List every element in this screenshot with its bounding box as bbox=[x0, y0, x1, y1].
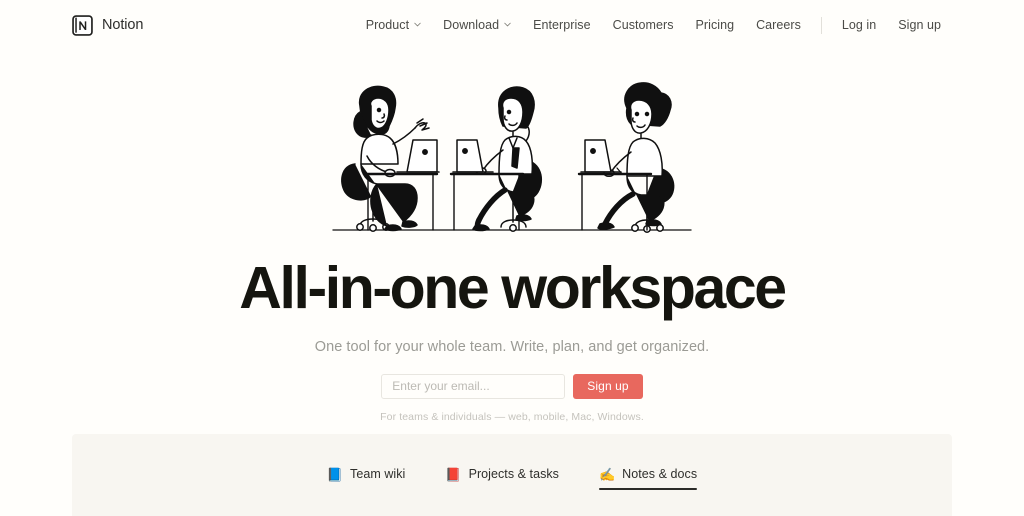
nav-signup-label: Sign up bbox=[898, 18, 941, 32]
nav-item-label: Careers bbox=[756, 18, 801, 32]
nav-item-label: Download bbox=[443, 18, 500, 32]
tab-notes-docs[interactable]: ✍️ Notes & docs bbox=[598, 466, 698, 490]
nav-divider bbox=[820, 16, 822, 34]
tab-label: Team wiki bbox=[350, 467, 406, 481]
nav-item-product[interactable]: Product bbox=[355, 12, 432, 38]
nav-item-enterprise[interactable]: Enterprise bbox=[522, 12, 601, 38]
nav-item-customers[interactable]: Customers bbox=[602, 12, 685, 38]
writing-hand-icon: ✍️ bbox=[598, 466, 616, 482]
nav-item-download[interactable]: Download bbox=[432, 12, 522, 38]
chevron-down-icon bbox=[504, 21, 511, 28]
main-navigation: Product Download Enterprise Customers Pr… bbox=[355, 12, 952, 38]
nav-login-link[interactable]: Log in bbox=[831, 12, 887, 38]
red-book-icon: 📕 bbox=[445, 466, 462, 482]
tab-label: Notes & docs bbox=[622, 467, 698, 481]
signup-submit-button[interactable]: Sign up bbox=[573, 373, 643, 399]
nav-item-label: Enterprise bbox=[533, 18, 591, 32]
nav-item-label: Customers bbox=[612, 18, 674, 32]
notion-n-logo-icon bbox=[72, 14, 93, 36]
hero-illustration bbox=[0, 78, 1024, 246]
hero-section: All-in-one workspace One tool for your w… bbox=[0, 50, 1024, 423]
nav-signup-link[interactable]: Sign up bbox=[887, 12, 952, 38]
brand-name: Notion bbox=[102, 17, 144, 33]
page-title: All-in-one workspace bbox=[239, 255, 787, 321]
email-input[interactable] bbox=[381, 373, 566, 399]
signup-fineprint: For teams & individuals — web, mobile, M… bbox=[380, 410, 644, 423]
nav-item-label: Product bbox=[365, 18, 410, 32]
blue-book-icon: 📘 bbox=[326, 466, 344, 482]
hero-subheading: One tool for your whole team. Write, pla… bbox=[314, 338, 710, 355]
tab-label: Projects & tasks bbox=[468, 467, 559, 481]
tab-team-wiki[interactable]: 📘 Team wiki bbox=[327, 467, 406, 490]
tab-projects-tasks[interactable]: 📕 Projects & tasks bbox=[445, 467, 559, 490]
nav-item-careers[interactable]: Careers bbox=[745, 12, 812, 38]
nav-item-label: Pricing bbox=[695, 18, 735, 32]
chevron-down-icon bbox=[414, 21, 421, 28]
nav-item-pricing[interactable]: Pricing bbox=[685, 12, 746, 38]
feature-tabs-panel: 📘 Team wiki 📕 Projects & tasks ✍️ Notes … bbox=[72, 434, 952, 516]
feature-tabs: 📘 Team wiki 📕 Projects & tasks ✍️ Notes … bbox=[72, 434, 952, 490]
site-header: Notion Product Download Enterprise Custo… bbox=[0, 0, 1024, 50]
brand-logo-link[interactable]: Notion bbox=[72, 14, 144, 36]
nav-login-label: Log in bbox=[841, 18, 877, 32]
email-signup-form: Sign up bbox=[0, 373, 1024, 399]
